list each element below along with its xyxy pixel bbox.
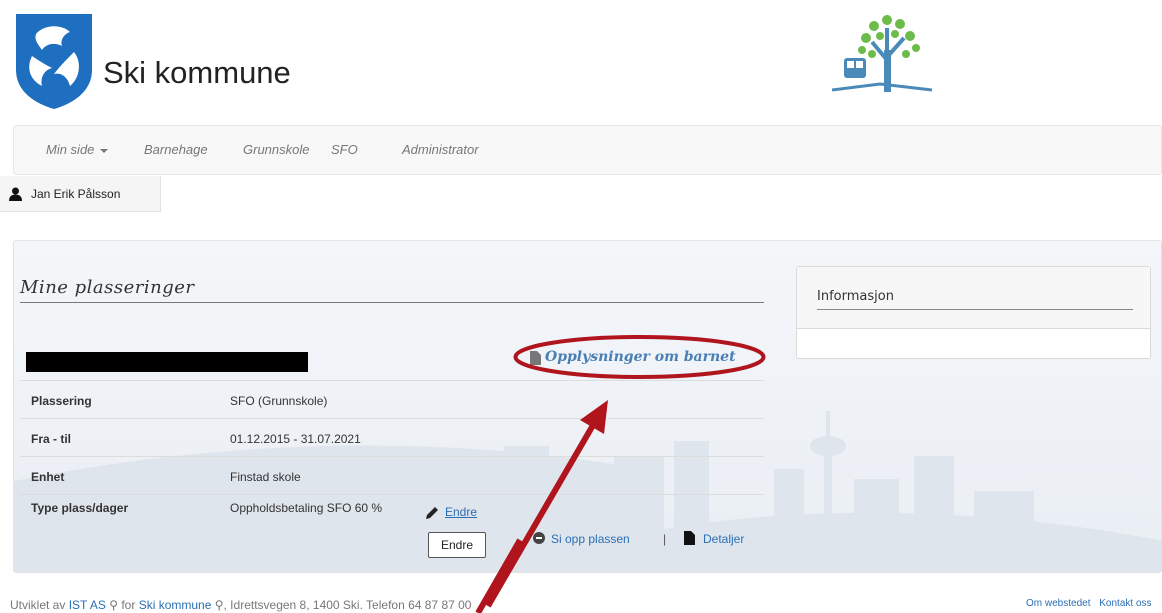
ski-kommune-logo[interactable]: [14, 12, 94, 110]
site-title[interactable]: Ski kommune: [103, 55, 291, 91]
row-value: SFO (Grunnskole): [230, 394, 328, 408]
row-label: Type plass/dager: [31, 501, 129, 515]
contact-link[interactable]: Kontakt oss: [1099, 598, 1151, 609]
nav-sfo[interactable]: SFO: [331, 142, 358, 157]
details-link[interactable]: Detaljer: [703, 532, 744, 546]
annotation-ellipse: [513, 335, 766, 379]
info-panel-header: Informasjon: [797, 267, 1150, 329]
external-link-icon: ⚲: [109, 598, 118, 612]
user-icon: [9, 187, 22, 201]
tree-train-logo: [832, 15, 933, 92]
nav-grunnskole[interactable]: Grunnskole: [243, 142, 309, 157]
info-panel: Informasjon: [796, 266, 1151, 359]
chevron-down-icon: [100, 148, 109, 153]
footer-credits: Utviklet av IST AS ⚲ for Ski kommune ⚲, …: [10, 598, 472, 612]
row-fra-til: Fra - til 01.12.2015 - 31.07.2021: [20, 418, 764, 456]
info-divider: [817, 309, 1133, 310]
section-divider: [20, 302, 764, 303]
row-type-plass: Type plass/dager Oppholdsbetaling SFO 60…: [20, 494, 764, 554]
document-icon: [684, 531, 695, 545]
row-value: Oppholdsbetaling SFO 60 %: [230, 501, 383, 515]
cancel-placement-link[interactable]: Si opp plassen: [551, 532, 630, 546]
user-info: Jan Erik Pålsson: [0, 176, 161, 212]
nav-barnehage[interactable]: Barnehage: [144, 142, 208, 157]
page-header: Ski kommune: [0, 0, 1162, 118]
edit-tooltip: Endre: [428, 532, 486, 558]
row-label: Fra - til: [31, 432, 72, 446]
section-title: Mine plasseringer: [20, 277, 195, 298]
row-value: 01.12.2015 - 31.07.2021: [230, 432, 361, 446]
user-name: Jan Erik Pålsson: [31, 187, 121, 201]
row-plassering: Plassering SFO (Grunnskole): [20, 380, 764, 418]
separator: |: [663, 532, 667, 546]
municipality-link[interactable]: Ski kommune: [139, 598, 212, 612]
nav-administrator[interactable]: Administrator: [402, 142, 479, 157]
footer-links: Om webstedet Kontakt oss: [1020, 598, 1152, 609]
edit-link[interactable]: Endre: [445, 505, 477, 519]
pencil-icon: [426, 507, 438, 519]
main-navbar: Min side Barnehage Grunnskole SFO Admini…: [13, 125, 1162, 175]
ist-link[interactable]: IST AS: [69, 598, 106, 612]
row-label: Plassering: [31, 394, 92, 408]
nav-min-side[interactable]: Min side: [46, 142, 109, 157]
row-enhet: Enhet Finstad skole: [20, 456, 764, 494]
row-label: Enhet: [31, 470, 65, 484]
cancel-circle-icon: [533, 532, 545, 544]
row-value: Finstad skole: [230, 470, 301, 484]
info-title: Informasjon: [817, 289, 894, 304]
redacted-child-name: [26, 352, 308, 372]
external-link-icon: ⚲: [211, 598, 224, 612]
about-link[interactable]: Om webstedet: [1026, 598, 1090, 609]
